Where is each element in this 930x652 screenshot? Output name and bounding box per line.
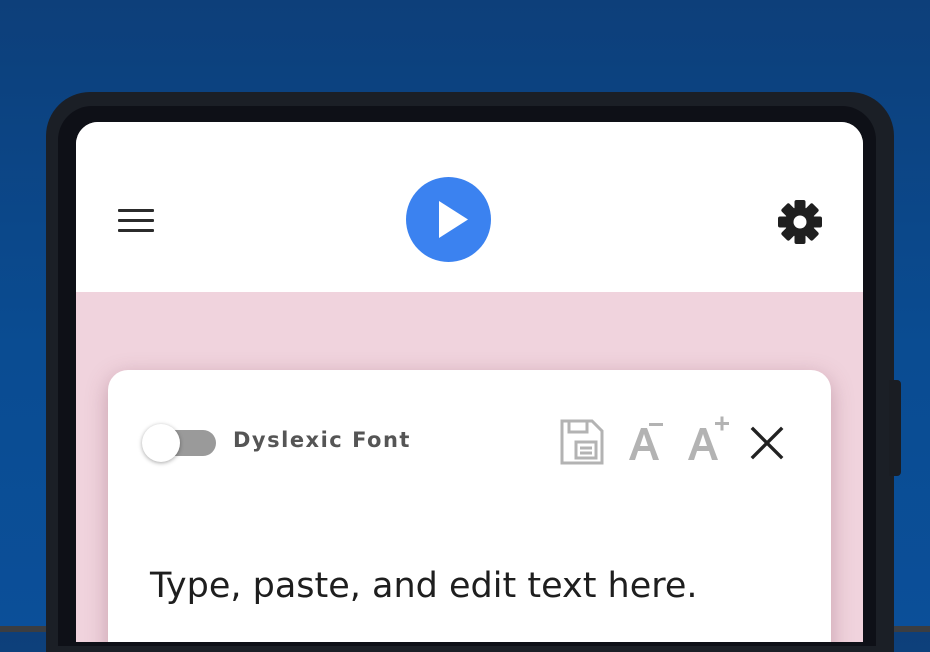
hamburger-menu-icon[interactable] — [116, 206, 156, 236]
text-editor-card: Dyslexic Font Type, paste, and edit text… — [108, 370, 831, 642]
close-icon[interactable] — [750, 426, 784, 460]
font-decrease-icon[interactable] — [627, 420, 669, 464]
device-side-button — [889, 380, 901, 476]
play-button[interactable] — [406, 177, 491, 262]
play-icon — [439, 201, 468, 238]
font-increase-icon[interactable] — [686, 416, 732, 464]
text-editor-input[interactable]: Type, paste, and edit text here. — [150, 566, 698, 606]
toggle-knob — [142, 424, 180, 462]
gear-icon[interactable] — [776, 198, 824, 246]
dyslexic-font-label: Dyslexic Font — [233, 428, 411, 452]
save-document-icon[interactable] — [559, 418, 605, 466]
app-header — [76, 122, 863, 292]
app-screen: Dyslexic Font Type, paste, and edit text… — [76, 122, 863, 642]
dyslexic-font-toggle[interactable] — [142, 424, 220, 464]
